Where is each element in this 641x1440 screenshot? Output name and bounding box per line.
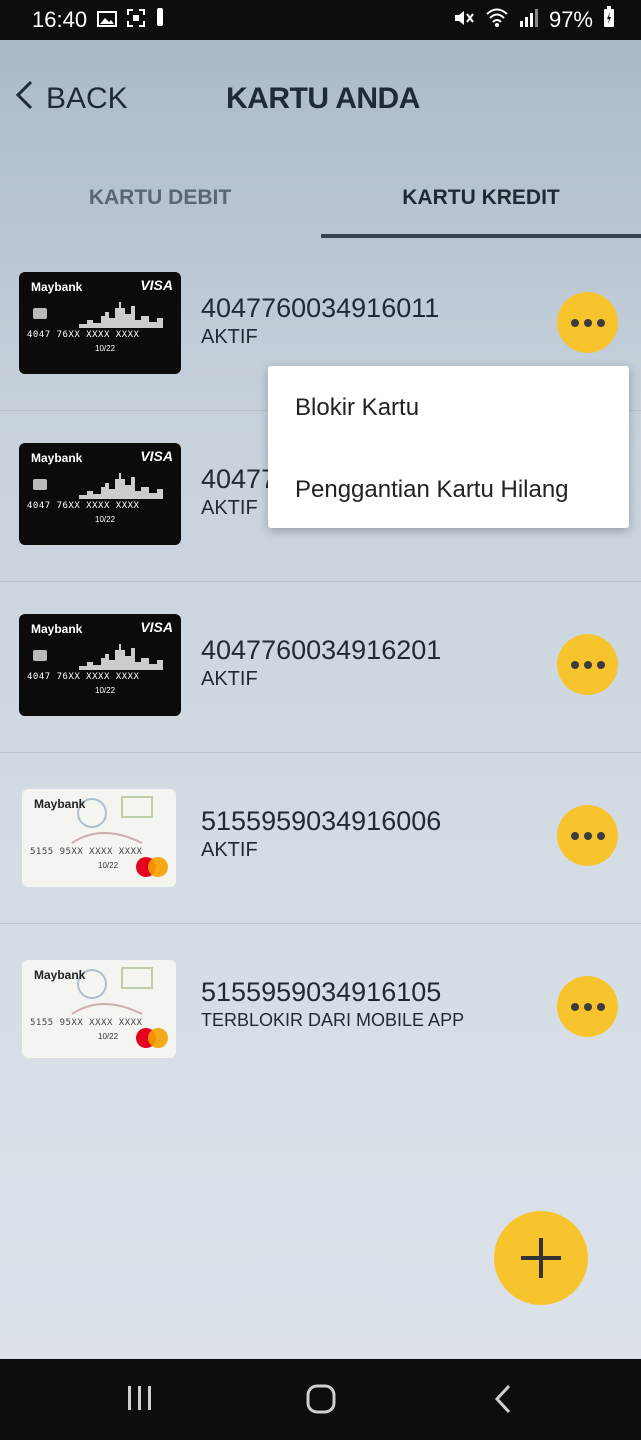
dot (570, 660, 579, 669)
more-options-button[interactable] (557, 634, 618, 695)
gallery-icon (97, 7, 118, 33)
page-title: KARTU ANDA (226, 82, 420, 115)
card-row[interactable]: Maybank VISA 4047 76XX XXXX XXXX 10/22 4… (0, 582, 641, 753)
card-expiry: 10/22 (98, 1032, 119, 1041)
dot (570, 318, 579, 327)
card-bank-name: Maybank (31, 280, 83, 294)
card-image-visa: Maybank VISA 4047 76XX XXXX XXXX 10/22 (19, 443, 181, 545)
card-network: VISA (140, 619, 173, 635)
card-image-mastercard: Maybank 5155 95XX XXXX XXXX 10/22 (22, 960, 176, 1058)
card-status: AKTIF (201, 326, 258, 348)
chevron-left-icon (14, 80, 34, 118)
card-expiry: 10/22 (95, 344, 116, 353)
card-bank-name: Maybank (34, 797, 86, 811)
home-icon[interactable] (305, 1383, 337, 1420)
card-image-mastercard: Maybank 5155 95XX XXXX XXXX 10/22 (22, 789, 176, 887)
add-card-button[interactable] (494, 1211, 588, 1305)
card-row[interactable]: Maybank 5155 95XX XXXX XXXX 10/22 515595… (0, 753, 641, 924)
card-network: VISA (140, 448, 173, 464)
dot (596, 1002, 605, 1011)
skyline-icon (79, 302, 163, 328)
card-chip (33, 479, 47, 490)
card-bank-name: Maybank (34, 968, 86, 982)
card-expiry: 10/22 (98, 861, 119, 870)
skyline-icon (79, 644, 163, 670)
card-expiry: 10/22 (95, 686, 116, 695)
app-header: BACK KARTU ANDA (0, 40, 641, 160)
dot (583, 831, 592, 840)
card-masked-number: 5155 95XX XXXX XXXX (30, 1018, 143, 1028)
card-number: 5155959034916105 (201, 977, 442, 1007)
dot (596, 831, 605, 840)
signal-icon (519, 7, 539, 33)
dot (583, 318, 592, 327)
card-masked-number: 4047 76XX XXXX XXXX (27, 330, 140, 340)
tab-kartu-debit[interactable]: KARTU DEBIT (0, 186, 320, 210)
card-masked-number: 5155 95XX XXXX XXXX (30, 847, 143, 857)
card-number: 5155959034916006 (201, 806, 442, 836)
battery-percent: 97% (548, 7, 593, 32)
card-network: VISA (140, 277, 173, 293)
tab-kartu-kredit[interactable]: KARTU KREDIT (321, 186, 641, 210)
dot (570, 1002, 579, 1011)
active-tab-indicator (321, 234, 641, 238)
mastercard-logo-icon (136, 1028, 168, 1048)
card-status: AKTIF (201, 839, 258, 861)
recent-apps-icon[interactable] (126, 1383, 154, 1418)
status-bar: 16:40 97% (0, 0, 641, 40)
screenshot-icon (127, 7, 146, 33)
card-bank-name: Maybank (31, 622, 83, 636)
mastercard-logo-icon (136, 857, 168, 877)
card-options-menu: Blokir Kartu Penggantian Kartu Hilang (268, 366, 629, 528)
back-nav-icon[interactable] (492, 1383, 514, 1420)
card-image-visa: Maybank VISA 4047 76XX XXXX XXXX 10/22 (19, 272, 181, 374)
menu-item-penggantian-kartu-hilang[interactable]: Penggantian Kartu Hilang (295, 476, 569, 504)
card-status: AKTIF (201, 668, 258, 690)
card-bank-name: Maybank (31, 451, 83, 465)
card-masked-number: 4047 76XX XXXX XXXX (27, 501, 140, 511)
card-row[interactable]: Maybank 5155 95XX XXXX XXXX 10/22 515595… (0, 924, 641, 1095)
dot (596, 660, 605, 669)
menu-item-blokir-kartu[interactable]: Blokir Kartu (295, 394, 419, 422)
card-chip (33, 650, 47, 661)
card-expiry: 10/22 (95, 515, 116, 524)
status-time: 16:40 (32, 7, 88, 32)
card-number: 4047760034916011 (201, 293, 440, 323)
system-navigation-bar (0, 1359, 641, 1440)
wifi-icon (485, 7, 509, 33)
card-status: TERBLOKIR DARI MOBILE APP (201, 1010, 465, 1030)
card-status: AKTIF (201, 497, 258, 519)
card-masked-number: 4047 76XX XXXX XXXX (27, 672, 140, 682)
card-chip (33, 308, 47, 319)
dot (570, 831, 579, 840)
dot (596, 318, 605, 327)
dot (583, 1002, 592, 1011)
back-label: BACK (46, 82, 128, 115)
card-number: 4047760034916201 (201, 635, 442, 665)
more-options-button[interactable] (557, 976, 618, 1037)
skyline-icon (79, 473, 163, 499)
tab-bar: KARTU DEBIT KARTU KREDIT (0, 160, 641, 240)
battery-icon (603, 6, 615, 34)
plus-icon (521, 1238, 561, 1278)
card-image-visa: Maybank VISA 4047 76XX XXXX XXXX 10/22 (19, 614, 181, 716)
back-button[interactable]: BACK (14, 80, 128, 118)
notification-icon (155, 7, 165, 33)
dot (583, 660, 592, 669)
more-options-button[interactable] (557, 805, 618, 866)
mute-icon (453, 7, 475, 33)
more-options-button[interactable] (557, 292, 618, 353)
